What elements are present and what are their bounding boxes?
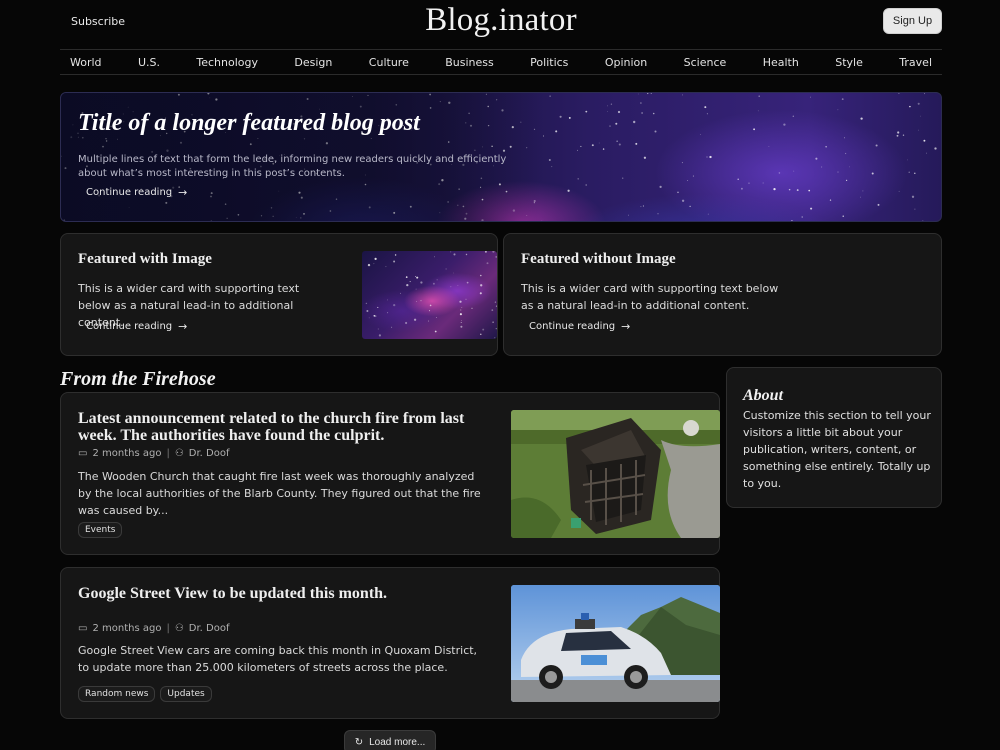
nav-item-technology[interactable]: Technology bbox=[196, 56, 258, 69]
post-card[interactable]: Latest announcement related to the churc… bbox=[60, 392, 720, 555]
meta-separator: | bbox=[166, 623, 170, 634]
post-excerpt: The Wooden Church that caught fire last … bbox=[78, 470, 481, 517]
meta-separator: | bbox=[166, 448, 170, 459]
featured-card-title: Featured without Image bbox=[521, 251, 676, 267]
hero-continue-label: Continue reading bbox=[86, 187, 173, 198]
post-meta: ▭ 2 months ago | ⚇ Dr. Doof bbox=[78, 448, 230, 459]
church-illustration bbox=[511, 410, 720, 538]
about-title: About bbox=[743, 387, 784, 404]
nav-item-world[interactable]: World bbox=[70, 56, 102, 69]
featured-card-title: Featured with Image bbox=[78, 251, 212, 267]
hero-title: Title of a longer featured blog post bbox=[78, 110, 420, 136]
nav-item-politics[interactable]: Politics bbox=[530, 56, 568, 69]
galaxy-stars bbox=[365, 251, 497, 339]
about-sidebar: About Customize this section to tell you… bbox=[726, 367, 942, 508]
user-icon: ⚇ bbox=[174, 448, 184, 459]
hero-banner: Title of a longer featured blog post Mul… bbox=[60, 92, 942, 222]
burned-church-image bbox=[511, 410, 720, 538]
featured-card-without-image: Featured without Image This is a wider c… bbox=[503, 233, 942, 356]
nav-item-health[interactable]: Health bbox=[763, 56, 799, 69]
galaxy-image bbox=[362, 251, 497, 339]
post-author: Dr. Doof bbox=[188, 448, 230, 459]
arrow-right-icon: → bbox=[621, 320, 631, 333]
calendar-icon: ▭ bbox=[78, 623, 88, 634]
tag-badge[interactable]: Events bbox=[78, 522, 123, 538]
signup-button[interactable]: Sign Up bbox=[883, 8, 942, 34]
load-more-label: Load more... bbox=[369, 736, 426, 748]
post-meta: ▭ 2 months ago | ⚇ Dr. Doof bbox=[78, 623, 230, 634]
about-text: Customize this section to tell your visi… bbox=[743, 409, 931, 490]
reload-icon: ↻ bbox=[354, 736, 364, 748]
featured-continue-label: Continue reading bbox=[529, 321, 616, 332]
nav-item-us[interactable]: U.S. bbox=[138, 56, 160, 69]
hero-continue-link[interactable]: Continue reading → bbox=[86, 186, 187, 199]
post-card[interactable]: Google Street View to be updated this mo… bbox=[60, 567, 720, 719]
nav-item-style[interactable]: Style bbox=[835, 56, 863, 69]
nav-item-science[interactable]: Science bbox=[684, 56, 727, 69]
tag-badge[interactable]: Random news bbox=[78, 686, 156, 702]
load-more-button[interactable]: ↻ Load more... bbox=[344, 730, 436, 750]
featured-continue-label: Continue reading bbox=[86, 321, 173, 332]
firehose-heading: From the Firehose bbox=[60, 368, 216, 390]
post-title[interactable]: Latest announcement related to the churc… bbox=[78, 410, 478, 444]
site-header: Subscribe Blog.inator Sign Up bbox=[60, 0, 942, 48]
tag-badge[interactable]: Updates bbox=[160, 686, 212, 702]
calendar-icon: ▭ bbox=[78, 448, 88, 459]
nav-item-opinion[interactable]: Opinion bbox=[605, 56, 647, 69]
category-nav: World U.S. Technology Design Culture Bus… bbox=[60, 49, 942, 75]
featured-card-text: This is a wider card with supporting tex… bbox=[521, 282, 779, 312]
post-excerpt: Google Street View cars are coming back … bbox=[78, 644, 478, 674]
post-date: 2 months ago bbox=[92, 623, 162, 634]
featured-continue-link[interactable]: Continue reading → bbox=[86, 320, 187, 333]
arrow-right-icon: → bbox=[178, 186, 188, 199]
post-tags: Random news Updates bbox=[78, 686, 212, 702]
nav-item-culture[interactable]: Culture bbox=[369, 56, 409, 69]
nav-item-business[interactable]: Business bbox=[445, 56, 494, 69]
user-icon: ⚇ bbox=[174, 623, 184, 634]
featured-card-with-image: Featured with Image This is a wider card… bbox=[60, 233, 498, 356]
hero-lede: Multiple lines of text that form the led… bbox=[78, 154, 507, 179]
street-view-car-image bbox=[511, 585, 720, 702]
site-brand[interactable]: Blog.inator bbox=[60, 2, 942, 39]
nav-item-design[interactable]: Design bbox=[294, 56, 332, 69]
featured-continue-link[interactable]: Continue reading → bbox=[529, 320, 630, 333]
post-title[interactable]: Google Street View to be updated this mo… bbox=[78, 585, 478, 602]
post-tags: Events bbox=[78, 522, 123, 538]
nav-item-travel[interactable]: Travel bbox=[899, 56, 932, 69]
post-date: 2 months ago bbox=[92, 448, 162, 459]
street-view-car-illustration bbox=[511, 585, 720, 702]
post-author: Dr. Doof bbox=[188, 623, 230, 634]
arrow-right-icon: → bbox=[178, 320, 188, 333]
